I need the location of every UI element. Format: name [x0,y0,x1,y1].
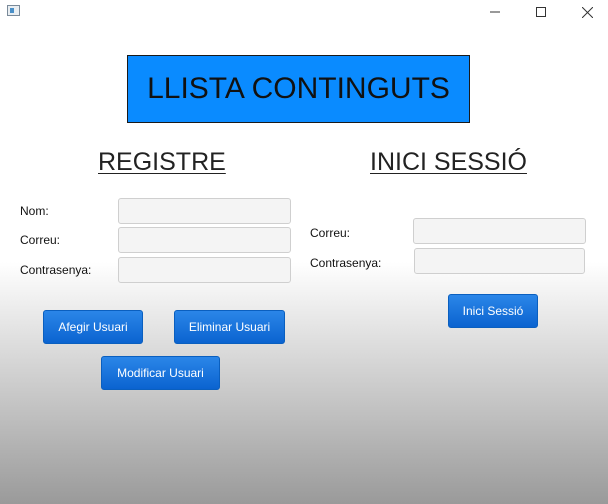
login-heading: INICI SESSIÓ [370,148,527,176]
minimize-button[interactable] [472,0,518,24]
window-titlebar [0,0,608,24]
login-correu-input[interactable] [413,218,586,244]
registre-correu-label: Correu: [20,233,61,247]
modificar-usuari-button[interactable]: Modificar Usuari [101,356,220,390]
registre-heading: REGISTRE [98,148,226,176]
afegir-usuari-button[interactable]: Afegir Usuari [43,310,143,344]
close-icon [581,6,593,18]
maximize-button[interactable] [518,0,564,24]
registre-correu-input[interactable] [118,227,291,253]
login-correu-label: Correu: [310,226,351,240]
main-title: LLISTA CONTINGUTS [127,55,470,123]
close-button[interactable] [564,0,608,24]
inici-sessio-button[interactable]: Inici Sessió [448,294,538,328]
eliminar-usuari-button[interactable]: Eliminar Usuari [174,310,285,344]
registre-contrasenya-input[interactable] [118,257,291,283]
registre-contrasenya-label: Contrasenya: [20,263,92,277]
maximize-icon [536,7,546,17]
login-contrasenya-label: Contrasenya: [310,256,382,270]
nom-input[interactable] [118,198,291,224]
nom-label: Nom: [20,204,49,218]
app-icon [7,5,20,16]
login-contrasenya-input[interactable] [414,248,585,274]
minimize-icon [490,11,500,13]
